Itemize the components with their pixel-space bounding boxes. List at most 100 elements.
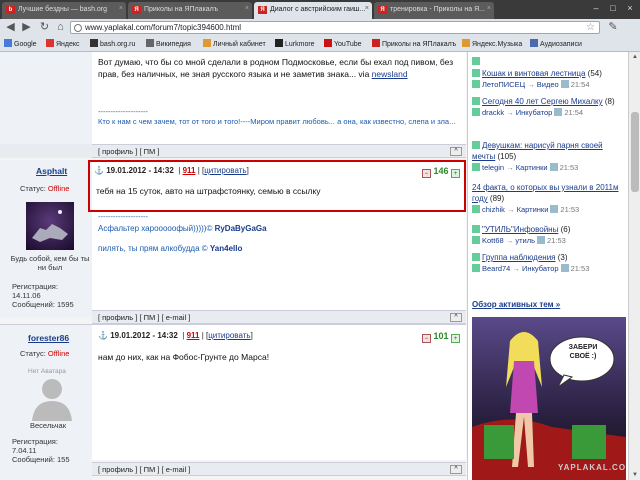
bookmark-star-icon[interactable]: ☆ — [586, 22, 595, 33]
ad-text: ЗАБЕРИ СВОЁ :) — [568, 344, 598, 360]
topic-icon — [472, 97, 480, 105]
topic-author-link[interactable]: chizhik — [482, 205, 505, 214]
bookmark-google[interactable]: Google — [4, 39, 37, 48]
maximize-icon[interactable]: □ — [605, 2, 621, 14]
topic-author-link[interactable]: Kott68 — [482, 236, 504, 245]
post0-body: Вот думаю, что бы со мной сделали в родн… — [92, 52, 466, 144]
post-date: 19.01.2012 - 14:32 — [110, 331, 178, 340]
tab-training[interactable]: Я тренировка - Приколы на Я... × — [374, 2, 494, 19]
forward-icon[interactable]: ▶ — [20, 21, 33, 34]
anchor-icon[interactable]: ⚓ — [98, 331, 108, 340]
rate-down-icon[interactable]: − — [421, 169, 431, 178]
topic-section-link[interactable]: Картинки — [517, 205, 549, 214]
bookmarks-bar: Google Яндекс bash.org.ru Википедия Личн… — [0, 36, 640, 52]
tab-bash[interactable]: b Лучшие бездны — bash.org × — [2, 2, 126, 19]
bash-icon — [90, 39, 98, 47]
user-icon — [472, 205, 480, 213]
url-input[interactable]: www.yaplakal.com/forum7/topic394600.html… — [70, 21, 600, 34]
rate-up-icon[interactable]: + — [451, 169, 460, 178]
close-icon[interactable]: × — [487, 5, 491, 12]
topic-section-link[interactable]: Инкубатор — [516, 108, 553, 117]
profile-pm-email-links[interactable]: [ профиль ] [ ПМ ] [ e-mail ] — [98, 465, 190, 474]
post-number-link[interactable]: 911 — [187, 331, 200, 340]
author-forester86-link[interactable]: forester86 — [28, 333, 69, 343]
bookmark-bash[interactable]: bash.org.ru — [90, 39, 135, 48]
close-icon[interactable]: × — [119, 5, 123, 12]
post0-actions: [ профиль ] [ ПМ ] ^ — [92, 144, 466, 158]
anchor-icon[interactable]: ⚓ — [94, 166, 104, 175]
topic-link[interactable]: Кошак и винтовая лестница — [482, 69, 585, 78]
author-asphalt-link[interactable]: Asphalt — [36, 166, 67, 176]
bookmark-audio[interactable]: Аудиозаписи — [530, 39, 582, 48]
clock-icon — [560, 264, 569, 272]
post-number-link[interactable]: 911 — [183, 166, 196, 175]
bookmark-wikipedia[interactable]: Википедия — [146, 39, 191, 48]
profile-pm-links[interactable]: [ профиль ] [ ПМ ] — [98, 313, 159, 322]
topic-author-link[interactable]: drackk — [482, 108, 504, 117]
rate-up-icon[interactable]: + — [451, 334, 460, 343]
topic-link[interactable]: Группа наблюдения — [482, 253, 556, 262]
topic-section-link[interactable]: утиль — [515, 236, 535, 245]
post0-author-column — [0, 52, 92, 144]
page-scrollbar[interactable]: ▲ ▼ — [628, 52, 640, 480]
reload-icon[interactable]: ↻ — [38, 21, 51, 34]
topic-icon — [472, 69, 480, 77]
close-icon[interactable]: × — [245, 5, 249, 12]
back-icon[interactable]: ◀ — [4, 21, 17, 34]
newsland-link[interactable]: newsland — [372, 69, 408, 79]
sidebar-topic: 24 факта, о которых вы узнали в 2011м го… — [472, 183, 619, 214]
home-icon[interactable]: ⌂ — [54, 21, 67, 34]
topic-link[interactable]: "УТИЛЬ"Инфовойны — [482, 225, 558, 234]
quote-link[interactable]: цитировать — [208, 331, 250, 340]
scroll-up-icon[interactable]: ▲ — [631, 54, 639, 60]
avatar-wolf[interactable] — [26, 202, 74, 250]
profile-pm-links[interactable]: [ профиль ] [ ПМ ] — [98, 147, 159, 156]
scroll-top-icon[interactable]: ^ — [450, 147, 462, 156]
post1-header: ⚓ 19.01.2012 - 14:32 | 911 | [цитировать… — [94, 166, 249, 175]
scroll-down-icon[interactable]: ▼ — [631, 472, 639, 478]
bookmark-cabinet[interactable]: Личный кабинет — [203, 39, 266, 48]
topic-author-link[interactable]: Beard74 — [482, 264, 510, 273]
bookmark-lurkmore[interactable]: Lurkmore — [275, 39, 315, 48]
topic-author-link[interactable]: ЛетоПИСЕЦ — [482, 80, 525, 89]
bookmark-youtube[interactable]: YouTube — [324, 39, 362, 48]
close-window-icon[interactable]: × — [622, 2, 638, 14]
sidebar-topic: Девушкам: нарисуй парня своей мечты (105… — [472, 141, 603, 172]
globe-icon — [74, 24, 82, 32]
user-icon — [472, 264, 480, 272]
topic-section-link[interactable]: Картинки — [516, 163, 548, 172]
active-topics-sidebar: Кошак и винтовая лестница (54) ЛетоПИСЕЦ… — [470, 52, 628, 480]
advertisement-banner[interactable]: ЗАБЕРИ СВОЁ :) YAPLAKAL.COM — [472, 317, 626, 480]
bookmark-yandex-music[interactable]: Яндекс.Музыка — [462, 39, 522, 48]
topic-link[interactable]: Сегодня 40 лет Сергею Михалку — [482, 97, 603, 106]
bookmark-yandex[interactable]: Яндекс — [46, 39, 80, 48]
close-icon[interactable]: × — [365, 5, 369, 12]
minimize-icon[interactable]: – — [588, 2, 604, 14]
bash-favicon-icon: b — [6, 6, 15, 14]
active-topics-overview-link[interactable]: Обзор активных тем » — [472, 300, 560, 309]
yaplakal-icon — [372, 39, 380, 47]
ad-illustration — [472, 332, 626, 480]
tab-label: Лучшие бездны — bash.org — [18, 6, 108, 13]
topic-section-link[interactable]: Инкубатор — [522, 264, 559, 273]
bookmark-yaplakal[interactable]: Приколы на ЯПлакалъ — [372, 39, 456, 48]
scroll-thumb[interactable] — [631, 112, 639, 192]
post2-text: нам до них, как на Фобос-Грунте до Марса… — [98, 352, 270, 362]
topic-link[interactable]: Девушкам: нарисуй парня своей мечты — [472, 141, 603, 161]
tab-bar: b Лучшие бездны — bash.org × Я Приколы н… — [0, 0, 640, 19]
email-link[interactable]: [ e-mail ] — [162, 313, 191, 322]
rate-down-icon[interactable]: − — [421, 334, 431, 343]
forum-thread: Вот думаю, что бы со мной сделали в родн… — [0, 52, 468, 480]
tab-dialog[interactable]: Я Диалог с австрийским гаиш... × — [254, 2, 372, 19]
topic-section-link[interactable]: Видео — [537, 80, 559, 89]
overview-link-row: Обзор активных тем » — [472, 299, 622, 310]
post0-signature: Кто к нам с чем зачем, тот от того и тог… — [98, 117, 456, 126]
default-avatar[interactable] — [28, 375, 76, 423]
scroll-top-icon[interactable]: ^ — [450, 465, 462, 474]
quote-link[interactable]: цитировать — [204, 166, 246, 175]
scroll-top-icon[interactable]: ^ — [450, 313, 462, 322]
status-line: Статус: Offline — [20, 184, 70, 193]
tab-yaplakal[interactable]: Я Приколы на ЯПлакалъ × — [128, 2, 252, 19]
wrench-icon[interactable]: ✎ — [606, 21, 620, 34]
topic-author-link[interactable]: telegin — [482, 163, 504, 172]
